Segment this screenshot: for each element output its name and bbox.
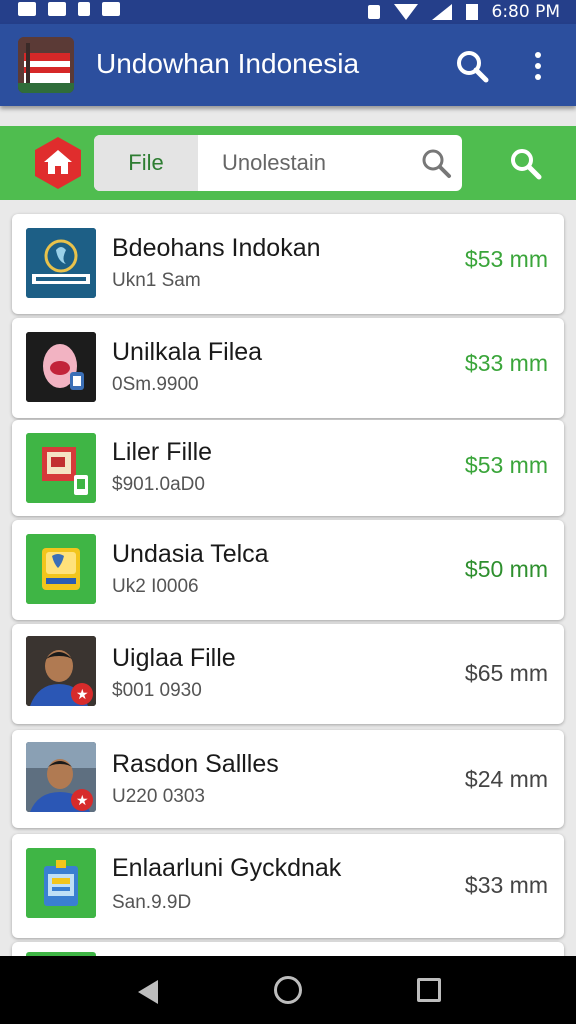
item-subtitle: 0Sm.9900 xyxy=(112,374,199,395)
document-thumb xyxy=(26,433,96,503)
mail-icon xyxy=(48,2,66,16)
more-options-icon[interactable] xyxy=(524,46,552,86)
item-title: Bdeohans Indokan xyxy=(112,234,321,262)
home-button[interactable] xyxy=(32,136,84,190)
item-price: $33 mm xyxy=(464,350,548,376)
list-item[interactable]: ★ Rasdon Sallles U220 0303 $24 mm xyxy=(12,730,564,828)
list-item[interactable]: Bdeohans Indokan Ukn1 Sam $53 mm xyxy=(12,214,564,314)
notification-icon xyxy=(18,2,36,16)
item-title: Enlaarluni Gyckdnak xyxy=(112,854,342,882)
item-price: $53 mm xyxy=(464,246,548,272)
gallery-icon xyxy=(102,2,120,16)
list-item[interactable]: ★ Uiglaa Fille $001 0930 $65 mm xyxy=(12,624,564,724)
item-title: Rasdon Sallles xyxy=(112,750,279,778)
search-icon[interactable] xyxy=(418,145,454,181)
svg-text:★: ★ xyxy=(76,687,89,703)
search-box: File xyxy=(94,135,462,191)
signal-icon xyxy=(431,4,452,20)
card-thumb xyxy=(26,534,96,604)
item-price: $65 mm xyxy=(464,660,548,686)
back-icon[interactable] xyxy=(136,978,160,1011)
person-thumb: ★ xyxy=(26,636,96,706)
list-item[interactable]: Undasia Telca Uk2 I0006 $50 mm xyxy=(12,520,564,620)
item-title: Unilkala Filea xyxy=(112,338,263,366)
search-icon[interactable] xyxy=(506,144,546,184)
wifi-icon xyxy=(393,4,418,20)
edit-icon xyxy=(78,2,90,16)
bluetooth-icon xyxy=(367,5,380,19)
item-subtitle: San.9.9D xyxy=(112,892,192,913)
status-bar: 6:80 PM xyxy=(0,0,576,24)
list-item[interactable]: Liler Fille $901.0aD0 $53 mm xyxy=(12,420,564,516)
file-tab[interactable]: File xyxy=(94,135,198,191)
search-input[interactable] xyxy=(198,135,418,191)
home-icon[interactable] xyxy=(274,976,302,1004)
badge-thumb xyxy=(26,848,96,918)
app-bar: Undowhan Indonesia xyxy=(0,24,576,106)
flag-logo xyxy=(18,37,74,93)
item-title: Undasia Telca xyxy=(112,540,269,568)
app-title: Undowhan Indonesia xyxy=(96,48,360,79)
item-subtitle: $001 0930 xyxy=(112,680,202,701)
navigation-bar xyxy=(0,956,576,1024)
item-title: Liler Fille xyxy=(112,438,213,466)
item-price: $50 mm xyxy=(464,556,548,582)
svg-text:★: ★ xyxy=(76,793,89,809)
portrait-thumb xyxy=(26,332,96,402)
item-price: $24 mm xyxy=(464,766,548,792)
app-logo-thumb xyxy=(26,228,96,298)
item-title: Uiglaa Fille xyxy=(112,644,236,672)
search-icon[interactable] xyxy=(452,46,492,86)
item-price: $53 mm xyxy=(464,452,548,478)
recents-icon[interactable] xyxy=(417,978,441,1002)
status-time: 6:80 PM xyxy=(491,2,561,22)
list-item[interactable]: Enlaarluni Gyckdnak San.9.9D $33 mm xyxy=(12,834,564,938)
list-item[interactable]: Unilkala Filea 0Sm.9900 $33 mm xyxy=(12,318,564,418)
search-strip: File xyxy=(0,126,576,200)
item-subtitle: Uk2 I0006 xyxy=(112,576,199,597)
item-price: $33 mm xyxy=(464,872,548,898)
battery-icon xyxy=(465,4,478,20)
item-subtitle: Ukn1 Sam xyxy=(112,270,201,291)
item-subtitle: $901.0aD0 xyxy=(112,474,205,495)
person-thumb-2: ★ xyxy=(26,742,96,812)
item-subtitle: U220 0303 xyxy=(112,786,205,807)
